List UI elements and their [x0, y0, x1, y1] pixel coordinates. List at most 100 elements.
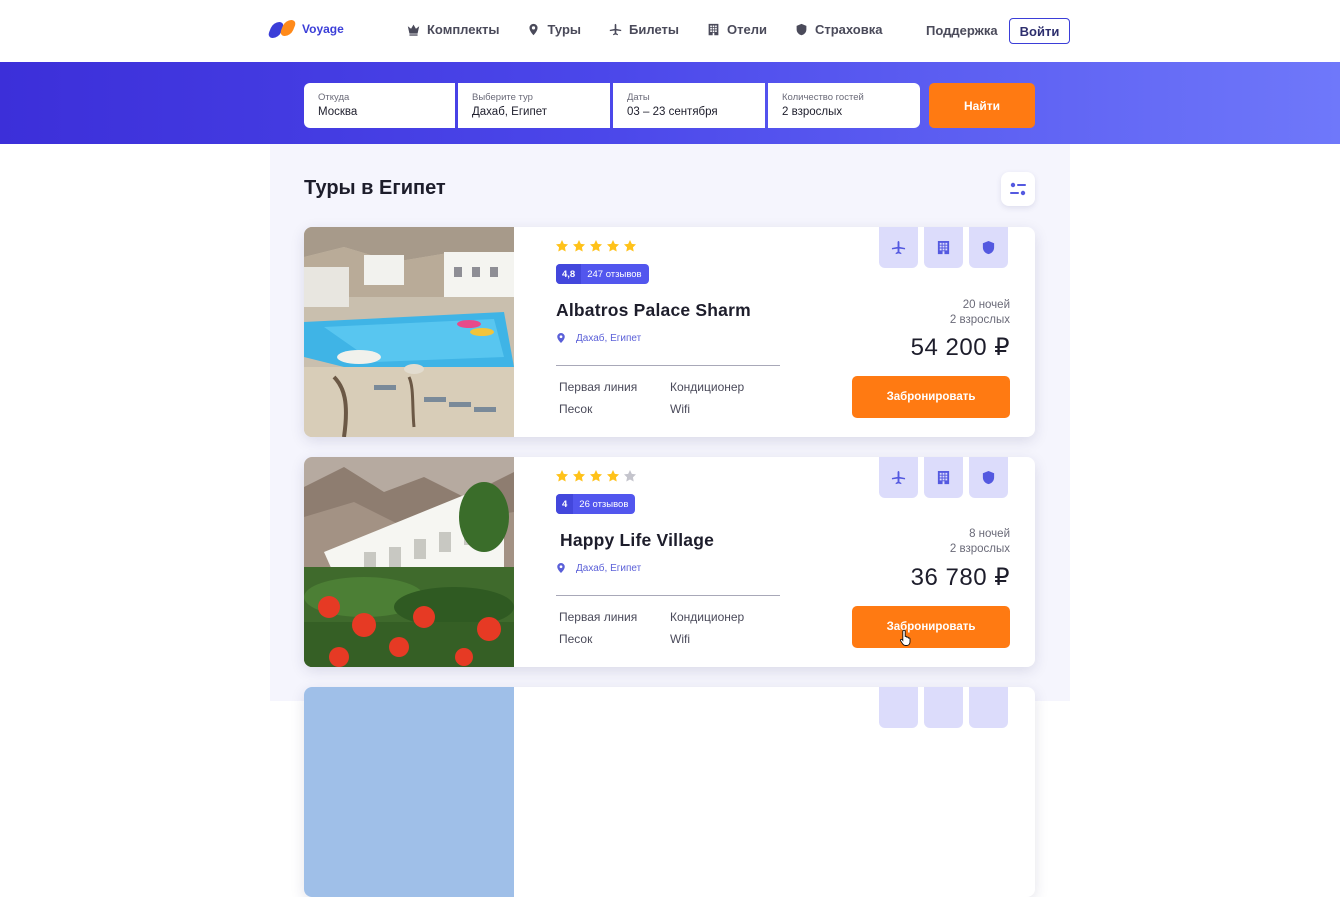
- guests-field[interactable]: Количество гостей 2 взрослых: [768, 83, 920, 128]
- feature: Кондиционер: [670, 380, 745, 394]
- hotel-name[interactable]: Happy Life Village: [560, 530, 714, 551]
- dates-label: Даты: [627, 92, 650, 103]
- tour-card[interactable]: [304, 687, 1035, 897]
- location-pin-icon: [557, 563, 565, 573]
- nav-item-hotels[interactable]: Отели: [707, 22, 767, 37]
- star-icon: [555, 240, 569, 252]
- hand-cursor-icon: [900, 629, 911, 646]
- plane-icon: [891, 240, 906, 255]
- guests-label: Количество гостей: [782, 92, 864, 103]
- feature: Кондиционер: [670, 610, 745, 624]
- star-icon: [623, 240, 637, 252]
- nav-item-bundles[interactable]: Комплекты: [407, 22, 499, 37]
- feature: Первая линия: [559, 380, 638, 394]
- hotel-photo[interactable]: [304, 227, 514, 437]
- nav-item-tours[interactable]: Туры: [527, 22, 581, 37]
- nav-item-tickets[interactable]: Билеты: [609, 22, 679, 37]
- tour-select[interactable]: Выберите тур Дахаб, Египет: [458, 83, 610, 128]
- hotel-included-badge[interactable]: [924, 457, 963, 498]
- tour-card[interactable]: 4 26 отзывов Happy Life Village Дахаб, Е…: [304, 457, 1035, 667]
- hotel-photo[interactable]: [304, 457, 514, 667]
- feature: Песок: [559, 632, 593, 646]
- star-icon: [589, 470, 603, 482]
- flight-included-badge[interactable]: [879, 687, 918, 728]
- building-icon: [708, 23, 719, 36]
- nav-label: Билеты: [629, 22, 679, 37]
- plane-icon: [609, 23, 622, 36]
- hotel-included-badge[interactable]: [924, 687, 963, 728]
- tour-card[interactable]: 4,8 247 отзывов Albatros Palace Sharm Да…: [304, 227, 1035, 437]
- from-label: Откуда: [318, 92, 350, 103]
- shield-icon: [982, 470, 995, 485]
- shield-icon: [796, 23, 807, 36]
- building-icon: [937, 240, 950, 255]
- nav-label: Комплекты: [427, 22, 500, 37]
- divider: [556, 365, 780, 366]
- from-field[interactable]: Откуда Москва: [304, 83, 455, 128]
- book-button[interactable]: Забронировать: [852, 376, 1010, 418]
- shield-icon: [982, 240, 995, 255]
- flight-included-badge[interactable]: [879, 227, 918, 268]
- nav-label: Отели: [726, 22, 767, 37]
- feature: Песок: [559, 402, 593, 416]
- adults: 2 взрослых: [949, 314, 1010, 326]
- find-button[interactable]: Найти: [929, 83, 1035, 128]
- nav-label: Страховка: [814, 22, 883, 37]
- reviews-count: 26 отзывов: [579, 498, 629, 510]
- reviews-count: 247 отзывов: [587, 268, 642, 280]
- support-link[interactable]: Поддержка: [926, 23, 998, 38]
- plane-icon: [891, 470, 906, 485]
- top-navigation: Voyage Комплекты Туры Билеты Отели Страх…: [0, 0, 1340, 62]
- sliders-icon: [1010, 182, 1026, 196]
- location-text: Дахаб, Египет: [576, 332, 642, 344]
- dates-value: 03 – 23 сентября: [627, 106, 718, 118]
- rating-score: 4,8: [556, 264, 582, 284]
- nights: 8 ночей: [969, 528, 1010, 540]
- main-nav: Комплекты Туры Билеты Отели Страховка: [407, 22, 882, 37]
- logo-mark-icon: [266, 20, 298, 38]
- rating-badge[interactable]: 4,8 247 отзывов: [556, 264, 649, 284]
- book-button[interactable]: Забронировать: [852, 606, 1010, 648]
- login-button[interactable]: Войти: [1009, 18, 1070, 44]
- star-icon: [572, 240, 586, 252]
- building-icon: [937, 470, 950, 485]
- divider: [556, 595, 780, 596]
- feature: Первая линия: [559, 610, 638, 624]
- star-rating: [555, 469, 637, 483]
- filter-button[interactable]: [1001, 172, 1035, 206]
- nav-item-insurance[interactable]: Страховка: [795, 22, 883, 37]
- nights: 20 ночей: [962, 299, 1010, 311]
- insurance-included-badge[interactable]: [969, 687, 1008, 728]
- star-icon: [623, 470, 637, 482]
- page-title: Туры в Египет: [304, 177, 446, 199]
- nav-label: Туры: [547, 22, 582, 37]
- insurance-included-badge[interactable]: [969, 457, 1008, 498]
- tour-label: Выберите тур: [472, 92, 533, 103]
- search-band: Откуда Москва Выберите тур Дахаб, Египет…: [0, 62, 1340, 144]
- logo-text: Voyage: [302, 22, 344, 36]
- insurance-included-badge[interactable]: [969, 227, 1008, 268]
- from-value: Москва: [318, 106, 358, 118]
- flight-included-badge[interactable]: [879, 457, 918, 498]
- tour-value: Дахаб, Египет: [472, 106, 547, 118]
- price: 36 780 ₽: [910, 564, 1010, 591]
- hotel-name[interactable]: Albatros Palace Sharm: [556, 300, 751, 321]
- rating-score: 4: [556, 494, 574, 514]
- location: Дахаб, Египет: [556, 562, 641, 574]
- location-text: Дахаб, Египет: [576, 562, 642, 574]
- crown-icon: [407, 24, 420, 36]
- star-icon: [555, 470, 569, 482]
- logo[interactable]: Voyage: [266, 20, 344, 38]
- star-icon: [606, 470, 620, 482]
- feature: Wifi: [670, 632, 690, 646]
- feature: Wifi: [670, 402, 690, 416]
- hotel-photo[interactable]: [304, 687, 514, 897]
- dates-field[interactable]: Даты 03 – 23 сентября: [613, 83, 765, 128]
- adults: 2 взрослых: [949, 543, 1010, 555]
- star-rating: [555, 239, 637, 253]
- location: Дахаб, Египет: [556, 332, 641, 344]
- rating-badge[interactable]: 4 26 отзывов: [556, 494, 636, 514]
- location-pin-icon: [529, 23, 539, 36]
- star-icon: [589, 240, 603, 252]
- hotel-included-badge[interactable]: [924, 227, 963, 268]
